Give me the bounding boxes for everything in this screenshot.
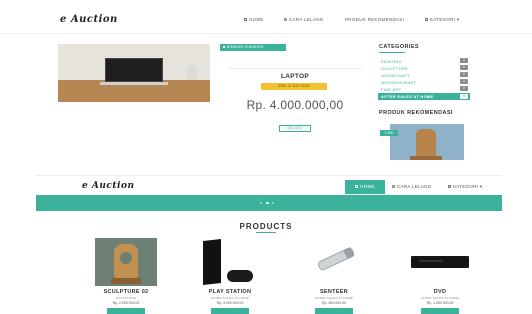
nav-produk-label: PRODUK REKOMENDASI — [345, 17, 405, 22]
end-date-label: END: 11 JULY 2018 — [278, 84, 310, 88]
product-price: Rp. 4.000.000,00 — [246, 98, 344, 112]
category-count: 0 — [460, 65, 468, 70]
grid-icon — [448, 185, 451, 189]
slider-dot[interactable] — [260, 202, 262, 204]
laptop-base — [100, 82, 168, 85]
category-label: FINE ART — [381, 87, 402, 92]
category-count: 0 — [460, 72, 468, 77]
second-nav-kategori-label: KATEGORI ▾ — [453, 184, 483, 189]
product-category: AFTER SALES AT HOME — [314, 296, 354, 300]
slider-dot-active[interactable] — [266, 202, 269, 204]
nav-cara-lelang-label: CARA LELANG — [289, 17, 324, 22]
second-nav-cara-lelang[interactable]: CARA LELANG — [392, 184, 432, 189]
product-price: Rp. 500.000,00 — [322, 301, 346, 305]
product-category: SCULPTURE — [116, 296, 136, 300]
category-count: 0 — [460, 94, 468, 99]
products-heading: PRODUCTS — [239, 222, 293, 231]
second-nav-home-label: HOME — [360, 184, 375, 189]
play-station-image — [199, 238, 261, 286]
recommend-image[interactable] — [390, 124, 464, 160]
nav-kategori[interactable]: KATEGORI ▾ — [425, 17, 459, 23]
category-label: WOODCRAFT — [381, 73, 410, 78]
grid-icon — [425, 18, 428, 22]
home-icon — [355, 185, 359, 189]
category-count: 0 — [460, 58, 468, 63]
category-item-fine-art[interactable]: FINE ART 0 — [378, 86, 470, 92]
second-header: e Auction HOME CARA LELANG KATEGORI ▾ — [36, 175, 502, 195]
sculpture-hole — [120, 252, 132, 264]
bidding-finished-label: BIDDING FINISHED — [227, 45, 264, 49]
category-item-woodcraft[interactable]: WOODCRAFT 0 — [378, 72, 470, 78]
product-category: AFTER SALES AT HOME — [420, 296, 460, 300]
categories-title: CATEGORIES — [379, 44, 419, 50]
product-category: AFTER SALES AT HOME — [210, 296, 250, 300]
category-count: 0 — [460, 79, 468, 84]
home-icon — [244, 18, 247, 22]
nav-cara-lelang[interactable]: CARA LELANG — [284, 17, 324, 22]
product-image — [58, 44, 210, 102]
category-count: 0 — [460, 86, 468, 91]
product-price: Rp. 2.000.000,00 — [112, 301, 140, 305]
categories-panel: CATEGORIES PAINTING 0 SCULPTURE 0 WOODCRAF… — [378, 44, 472, 102]
dvd-image — [409, 238, 471, 286]
nav-home[interactable]: HOME — [244, 17, 264, 22]
nav-produk-rekomendasi[interactable]: PRODUK REKOMENDASI — [345, 17, 404, 22]
product-name: DVD — [433, 289, 447, 295]
plant — [187, 66, 197, 80]
category-label: PAINTING — [381, 59, 402, 64]
bid-now-button[interactable]: BID NOW — [279, 125, 311, 132]
second-logo[interactable]: e Auction — [82, 181, 135, 191]
category-item-sculpture[interactable]: SCULPTURE 0 — [378, 65, 470, 71]
sculpture-stand — [111, 278, 141, 284]
product-name: SCULPTURE 02 — [103, 289, 149, 295]
dvd-tray — [419, 260, 443, 262]
controller — [227, 270, 253, 282]
info-icon — [284, 18, 287, 22]
products-underline — [256, 232, 276, 233]
second-nav-home[interactable]: HOME — [345, 180, 385, 194]
category-item-painting[interactable]: PAINTING 0 — [378, 58, 470, 64]
top-header: e Auction HOME CARA LELANG PRODUK REKOME… — [0, 0, 532, 34]
end-date-badge: END: 11 JULY 2018 — [261, 83, 327, 90]
second-nav-kategori[interactable]: KATEGORI ▾ — [448, 184, 482, 190]
product-title: LAPTOP — [280, 73, 310, 80]
senteer-image — [303, 238, 365, 286]
product-name: SENTEER — [319, 289, 349, 295]
info-icon — [392, 185, 395, 189]
category-label: WOODENCRAFT — [381, 80, 417, 85]
product-card-play-station[interactable]: PLAY STATION AFTER SALES AT HOME Rp. 3.0… — [199, 238, 261, 314]
logo[interactable]: e Auction — [60, 14, 118, 25]
category-item-woodencraft[interactable]: WOODENCRAFT 0 — [378, 79, 470, 85]
product-price: Rp. 1.000.000,00 — [426, 301, 454, 305]
product-card: LAPTOP END: 11 JULY 2018 Rp. 4.000.000,0… — [228, 68, 362, 138]
flag-icon — [223, 46, 225, 49]
sculpture-image — [95, 238, 157, 286]
recommend-bid-tag: 1 BID — [380, 130, 398, 136]
second-nav-cara-lelang-label: CARA LELANG — [397, 184, 432, 189]
recommend-title: PRODUK REKOMENDASI — [379, 110, 453, 116]
product-card-dvd[interactable]: DVD AFTER SALES AT HOME Rp. 1.000.000,00 — [409, 238, 471, 314]
product-card-sculpture[interactable]: SCULPTURE 02 SCULPTURE Rp. 2.000.000,00 — [95, 238, 157, 314]
nav-home-label: HOME — [249, 17, 264, 22]
product-price: Rp. 3.000.000,00 — [216, 301, 244, 305]
category-item-after-sales[interactable]: AFTER SALES AT HOME 0 — [378, 93, 470, 100]
slider-dot[interactable] — [272, 202, 274, 204]
console-body — [203, 239, 221, 285]
sculpture-base — [410, 156, 442, 160]
bidding-finished-tag: BIDDING FINISHED — [220, 44, 286, 51]
dvd-player — [411, 256, 469, 268]
product-name: PLAY STATION — [208, 289, 252, 295]
category-label: AFTER SALES AT HOME — [381, 94, 434, 99]
product-card-senteer[interactable]: SENTEER AFTER SALES AT HOME Rp. 500.000,… — [303, 238, 365, 314]
category-label: SCULPTURE — [381, 66, 408, 71]
categories-underline — [379, 52, 405, 53]
nav-kategori-label: KATEGORI ▾ — [430, 17, 460, 22]
laptop-screen — [105, 58, 163, 82]
banner-dots — [260, 202, 278, 204]
hero-banner — [36, 195, 502, 211]
